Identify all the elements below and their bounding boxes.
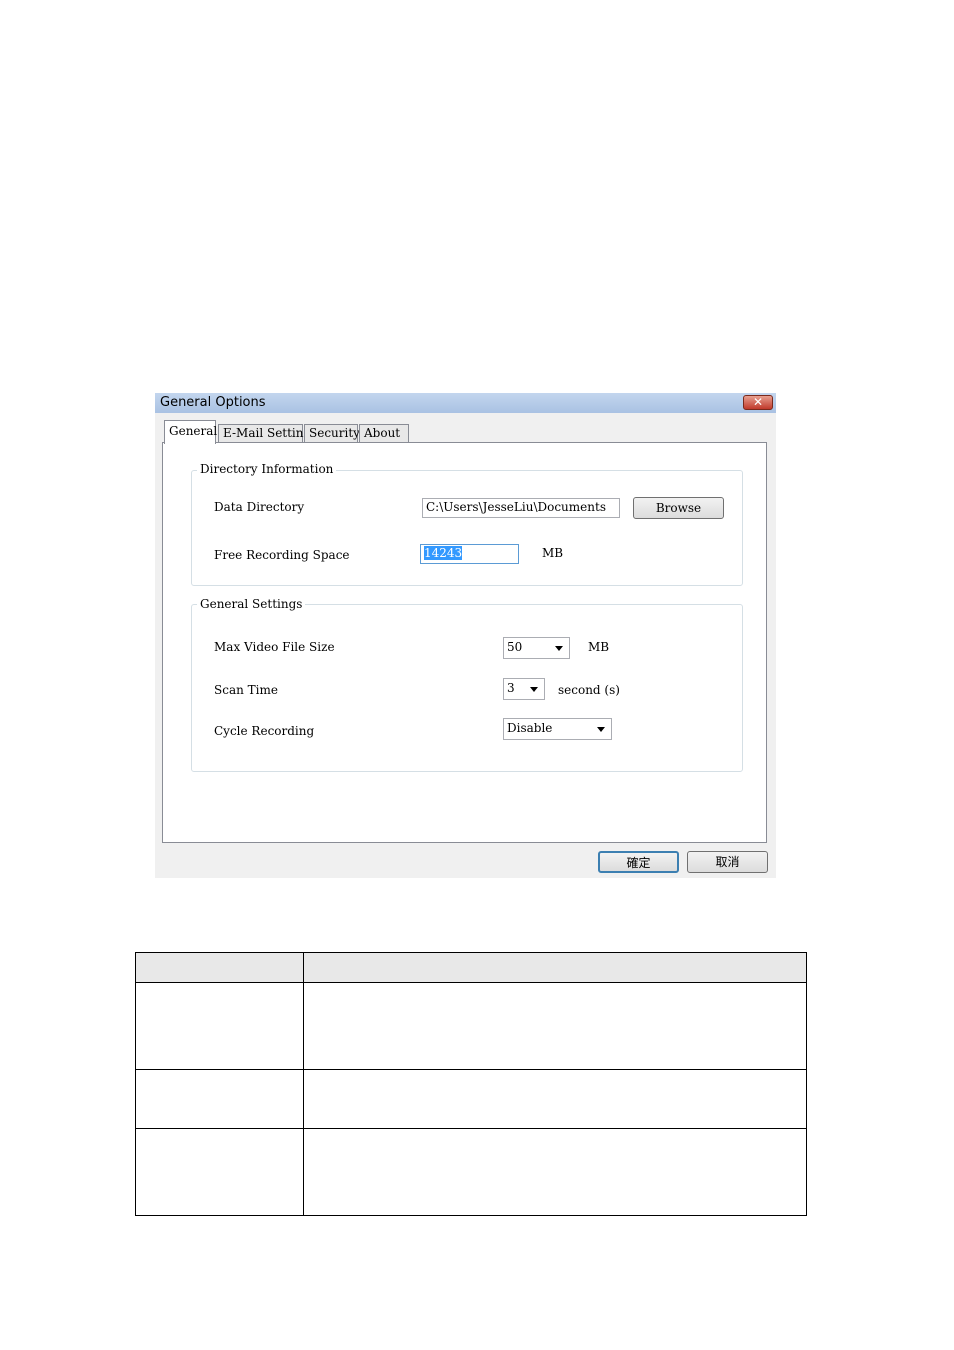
table-row-divider — [136, 1128, 806, 1129]
tab-label: About — [364, 426, 401, 440]
table-header-row — [136, 953, 806, 983]
cancel-button[interactable]: 取消 — [687, 851, 768, 873]
tab-label: Security — [309, 426, 360, 440]
cycle-recording-select[interactable]: Disable — [503, 718, 612, 740]
max-file-size-unit: MB — [588, 640, 610, 654]
chevron-down-icon — [530, 687, 538, 692]
directory-info-legend: Directory Information — [197, 462, 337, 476]
browse-label: Browse — [655, 501, 702, 515]
tab-general[interactable]: General — [164, 420, 218, 444]
cycle-recording-value: Disable — [507, 721, 553, 735]
data-directory-input[interactable]: C:\Users\JesseLiu\Documents — [422, 498, 620, 518]
directory-info-group — [191, 470, 743, 586]
ok-label: 確定 — [626, 856, 651, 870]
title-bar[interactable]: General Options ✕ — [155, 393, 776, 413]
browse-button[interactable]: Browse — [633, 497, 724, 519]
table-column-divider — [303, 953, 304, 1215]
close-icon: ✕ — [752, 395, 764, 409]
max-file-size-label: Max Video File Size — [214, 640, 335, 654]
tab-label: General — [169, 424, 218, 438]
free-space-value: 14243 — [424, 546, 463, 560]
scan-time-label: Scan Time — [214, 683, 278, 697]
description-table — [135, 952, 807, 1216]
general-settings-legend: General Settings — [197, 597, 306, 611]
cycle-recording-label: Cycle Recording — [214, 724, 315, 738]
max-file-size-value: 50 — [507, 640, 523, 654]
chevron-down-icon — [597, 727, 605, 732]
cancel-label: 取消 — [715, 855, 740, 869]
tab-email-setting[interactable]: E-Mail Setting — [218, 424, 311, 443]
max-file-size-select[interactable]: 50 — [503, 637, 570, 659]
free-space-unit: MB — [542, 546, 564, 560]
tab-about[interactable]: About — [359, 424, 409, 443]
scan-time-unit: second (s) — [558, 683, 620, 697]
scan-time-select[interactable]: 3 — [503, 678, 545, 700]
ok-button[interactable]: 確定 — [598, 851, 679, 873]
tab-security[interactable]: Security — [304, 424, 360, 443]
chevron-down-icon — [555, 646, 563, 651]
free-space-label: Free Recording Space — [214, 548, 350, 562]
window-title: General Options — [160, 395, 266, 410]
tab-label: E-Mail Setting — [223, 426, 312, 440]
scan-time-value: 3 — [507, 681, 515, 695]
data-directory-value: C:\Users\JesseLiu\Documents — [426, 500, 606, 514]
table-row-divider — [136, 1069, 806, 1070]
free-space-input[interactable]: 14243 — [420, 544, 519, 564]
data-directory-label: Data Directory — [214, 500, 305, 514]
close-button[interactable]: ✕ — [743, 395, 773, 410]
